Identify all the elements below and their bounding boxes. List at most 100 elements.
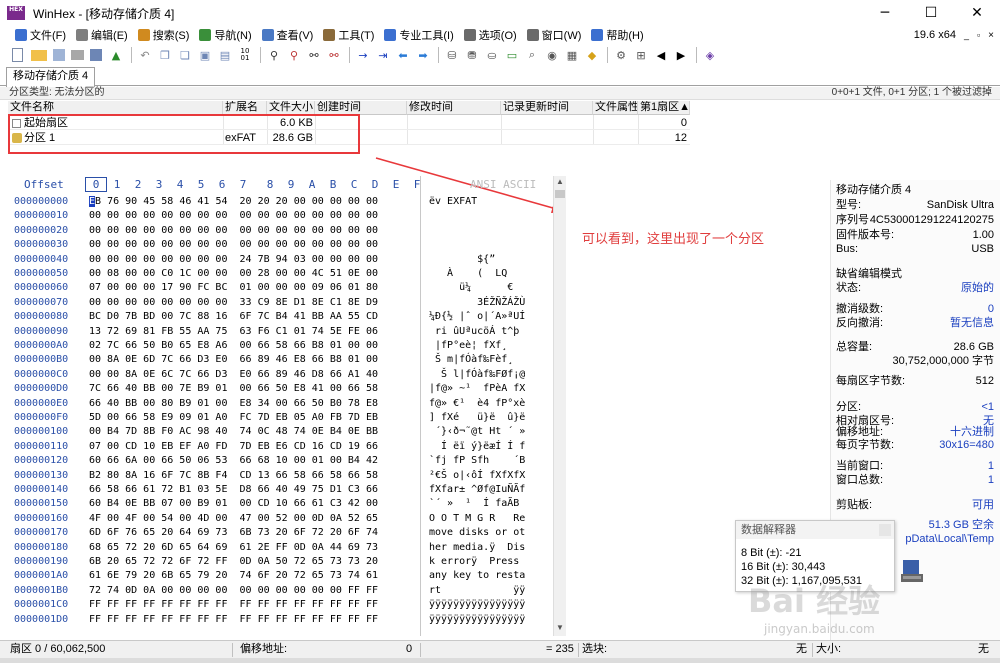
- hex-row-ascii[interactable]: Š l|fÓàf‰FØf¡@: [429, 369, 525, 380]
- hex-row[interactable]: 0000000C0 00 00 8A 0E 6C 7C 66 D3 E0 66 8…: [0, 369, 560, 383]
- replace-hex-icon[interactable]: ⚯: [326, 47, 342, 63]
- hex-row-bytes[interactable]: 60 B4 0E BB 07 00 B9 01 00 CD 10 66 61 C…: [89, 498, 378, 509]
- help-book-icon[interactable]: ◈: [702, 47, 718, 63]
- menu-item[interactable]: 搜索(S): [133, 26, 195, 44]
- menu-item[interactable]: 专业工具(I): [379, 26, 458, 44]
- settings-icon[interactable]: ⚙: [613, 47, 629, 63]
- hex-row-bytes[interactable]: 02 7C 66 50 B0 65 E8 A6 00 66 58 66 B8 0…: [89, 340, 378, 351]
- hex-row-ascii[interactable]: À ( LQ: [429, 268, 507, 279]
- hex-row-ascii[interactable]: ¼Ð{½ |ˆ o|´A»ªUÍ: [429, 311, 525, 322]
- hex-row-bytes[interactable]: 00 00 00 00 00 00 00 00 00 00 00 00 00 0…: [89, 239, 378, 250]
- hex-row-ascii[interactable]: ÿÿÿÿÿÿÿÿÿÿÿÿÿÿÿÿ: [429, 614, 525, 625]
- paste-icon[interactable]: ▣: [197, 47, 213, 63]
- hex-row-ascii[interactable]: her media.ÿ Dis: [429, 542, 525, 553]
- hex-row[interactable]: 000000050 00 08 00 00 C0 1C 00 00 00 28 0…: [0, 268, 560, 282]
- hex-row-bytes[interactable]: EB 76 90 45 58 46 41 54 20 20 20 00 00 0…: [89, 196, 378, 207]
- undo-icon[interactable]: ↶: [137, 47, 153, 63]
- hex-row-bytes[interactable]: BC D0 7B BD 00 7C 88 16 6F 7C B4 41 BB A…: [89, 311, 378, 322]
- hex-row-bytes[interactable]: 4F 00 4F 00 54 00 4D 00 47 00 52 00 0D 0…: [89, 513, 378, 524]
- hex-row[interactable]: 000000020 00 00 00 00 00 00 00 00 00 00 0…: [0, 225, 560, 239]
- col-header-first-sector[interactable]: 第1扇区▲: [638, 101, 690, 115]
- mdi-minimize-icon[interactable]: _: [964, 30, 969, 40]
- hex-row-bytes[interactable]: 61 6E 79 20 6B 65 79 20 74 6F 20 72 65 7…: [89, 570, 378, 581]
- menu-item[interactable]: 工具(T): [318, 26, 379, 44]
- hex-row-ascii[interactable]: Í ëï ý}ëæÍ Í f: [429, 441, 525, 452]
- info-icon[interactable]: ◉: [544, 47, 560, 63]
- hex-row-bytes[interactable]: 00 B4 7D 8B F0 AC 98 40 74 0C 48 74 0E B…: [89, 426, 378, 437]
- hex-row[interactable]: 0000000B0 00 8A 0E 6D 7C 66 D3 E0 66 89 4…: [0, 354, 560, 368]
- hex-row-ascii[interactable]: Š m|fÓàf‰Fèf¸: [429, 354, 513, 365]
- binary-icon[interactable]: 10 01: [237, 47, 253, 63]
- hex-row-bytes[interactable]: 07 00 00 00 17 90 FC BC 01 00 00 00 09 0…: [89, 282, 378, 293]
- mdi-close-icon[interactable]: ×: [988, 30, 994, 41]
- hex-row-ascii[interactable]: ] fXé ü}ë û}ë: [429, 412, 525, 423]
- menu-item[interactable]: 选项(O): [459, 26, 522, 44]
- hex-row-bytes[interactable]: 00 08 00 00 C0 1C 00 00 00 28 00 00 4C 5…: [89, 268, 378, 279]
- hex-row-bytes[interactable]: 00 8A 0E 6D 7C 66 D3 E0 66 89 46 E8 66 B…: [89, 354, 378, 365]
- back-icon[interactable]: ⬅: [395, 47, 411, 63]
- scroll-up-icon[interactable]: ▲: [554, 176, 566, 188]
- hex-row[interactable]: 000000030 00 00 00 00 00 00 00 00 00 00 0…: [0, 239, 560, 253]
- hex-row-bytes[interactable]: 60 66 6A 00 66 50 06 53 66 68 10 00 01 0…: [89, 455, 378, 466]
- paste-special-icon[interactable]: ▤: [217, 47, 233, 63]
- open-file-icon[interactable]: [31, 49, 47, 61]
- hex-row[interactable]: 0000000E0 66 40 BB 00 80 B9 01 00 E8 34 0…: [0, 398, 560, 412]
- col-header-record-updated[interactable]: 记录更新时间: [501, 101, 593, 115]
- menu-item[interactable]: 帮助(H): [586, 26, 648, 44]
- hex-row-ascii[interactable]: `´ » ¹ Í faÃB: [429, 498, 519, 509]
- menu-item[interactable]: 编辑(E): [71, 26, 133, 44]
- next-icon[interactable]: ▶: [673, 47, 689, 63]
- col-header-extension[interactable]: 扩展名: [223, 101, 267, 115]
- hex-row[interactable]: 000000010 00 00 00 00 00 00 00 00 00 00 0…: [0, 210, 560, 224]
- hex-row-ascii[interactable]: move disks or ot: [429, 527, 525, 538]
- data-interpreter-title[interactable]: 数据解释器: [736, 521, 894, 539]
- menu-item[interactable]: 窗口(W): [522, 26, 587, 44]
- goto-offset-icon[interactable]: →: [355, 47, 371, 63]
- properties-icon[interactable]: [90, 49, 102, 61]
- disk-tool-icon[interactable]: ⛁: [444, 47, 460, 63]
- hex-row-ascii[interactable]: ${”: [429, 254, 495, 265]
- scroll-thumb[interactable]: [555, 190, 565, 198]
- hex-row-bytes[interactable]: 66 58 66 61 72 B1 03 5E D8 66 40 49 75 D…: [89, 484, 378, 495]
- hex-row-bytes[interactable]: B2 80 8A 16 6F 7C 8B F4 CD 13 66 58 66 5…: [89, 470, 378, 481]
- hex-row[interactable]: 000000170 6D 6F 76 65 20 64 69 73 6B 73 2…: [0, 527, 560, 541]
- hex-row[interactable]: 000000090 13 72 69 81 FB 55 AA 75 63 F6 C…: [0, 326, 560, 340]
- hex-row-ascii[interactable]: ëv EXFAT: [429, 196, 477, 207]
- hex-row[interactable]: 0000001D0 FF FF FF FF FF FF FF FF FF FF F…: [0, 614, 560, 628]
- new-file-icon[interactable]: [12, 48, 23, 62]
- ram-icon[interactable]: ▭: [504, 47, 520, 63]
- highlight-icon[interactable]: ◆: [584, 47, 600, 63]
- hex-row-ascii[interactable]: ü¼ €: [429, 282, 513, 293]
- hex-row-ascii[interactable]: `fj fP Sfh ´B: [429, 455, 525, 466]
- menu-item[interactable]: 文件(F): [10, 26, 71, 44]
- replace-text-icon[interactable]: ⚯: [306, 47, 322, 63]
- hex-row[interactable]: 000000080 BC D0 7B BD 00 7C 88 16 6F 7C B…: [0, 311, 560, 325]
- hex-row-bytes[interactable]: FF FF FF FF FF FF FF FF FF FF FF FF FF F…: [89, 614, 378, 625]
- col-header-size[interactable]: 文件大小: [267, 101, 315, 115]
- hex-row-ascii[interactable]: O O T M G R Re: [429, 513, 525, 524]
- goto-sector-icon[interactable]: ⇥: [375, 47, 391, 63]
- hex-row[interactable]: 000000130 B2 80 8A 16 6F 7C 8B F4 CD 13 6…: [0, 470, 560, 484]
- hex-row[interactable]: 0000000A0 02 7C 66 50 B0 65 E8 A6 00 66 5…: [0, 340, 560, 354]
- hex-row-ascii[interactable]: ÿÿÿÿÿÿÿÿÿÿÿÿÿÿÿÿ: [429, 599, 525, 610]
- hex-row-ascii[interactable]: 3ÉŽÑŽÁŽÙ: [429, 297, 525, 308]
- hex-row[interactable]: 000000180 68 65 72 20 6D 65 64 69 61 2E F…: [0, 542, 560, 556]
- hex-row-bytes[interactable]: FF FF FF FF FF FF FF FF FF FF FF FF FF F…: [89, 599, 378, 610]
- tab-removable-media-4[interactable]: 移动存储介质 4: [6, 67, 96, 87]
- minimize-button[interactable]: ─: [862, 0, 908, 26]
- hex-row[interactable]: 000000110 07 00 CD 10 EB EF A0 FD 7D EB E…: [0, 441, 560, 455]
- disk-open-icon[interactable]: ⛃: [464, 47, 480, 63]
- hex-row-bytes[interactable]: 13 72 69 81 FB 55 AA 75 63 F6 C1 01 74 5…: [89, 326, 378, 337]
- hex-row-bytes[interactable]: 68 65 72 20 6D 65 64 69 61 2E FF 0D 0A 4…: [89, 542, 378, 553]
- hex-row-ascii[interactable]: f@» €¹ è4 fP°xè: [429, 398, 525, 409]
- col-header-filename[interactable]: 文件名称: [8, 101, 223, 115]
- hex-row[interactable]: 000000000 EB 76 90 45 58 46 41 54 20 20 2…: [0, 196, 560, 210]
- hex-row[interactable]: 000000120 60 66 6A 00 66 50 06 53 66 68 1…: [0, 455, 560, 469]
- cut-icon[interactable]: ❏: [177, 47, 193, 63]
- hex-row[interactable]: 0000000F0 5D 00 66 58 E9 09 01 A0 FC 7D E…: [0, 412, 560, 426]
- hex-row[interactable]: 000000160 4F 00 4F 00 54 00 4D 00 47 00 5…: [0, 513, 560, 527]
- find-hex-icon[interactable]: ⚲: [286, 47, 302, 63]
- hex-row-ascii[interactable]: rt ÿÿ: [429, 585, 525, 596]
- menu-item[interactable]: 导航(N): [194, 26, 256, 44]
- col-header-modified[interactable]: 修改时间: [407, 101, 501, 115]
